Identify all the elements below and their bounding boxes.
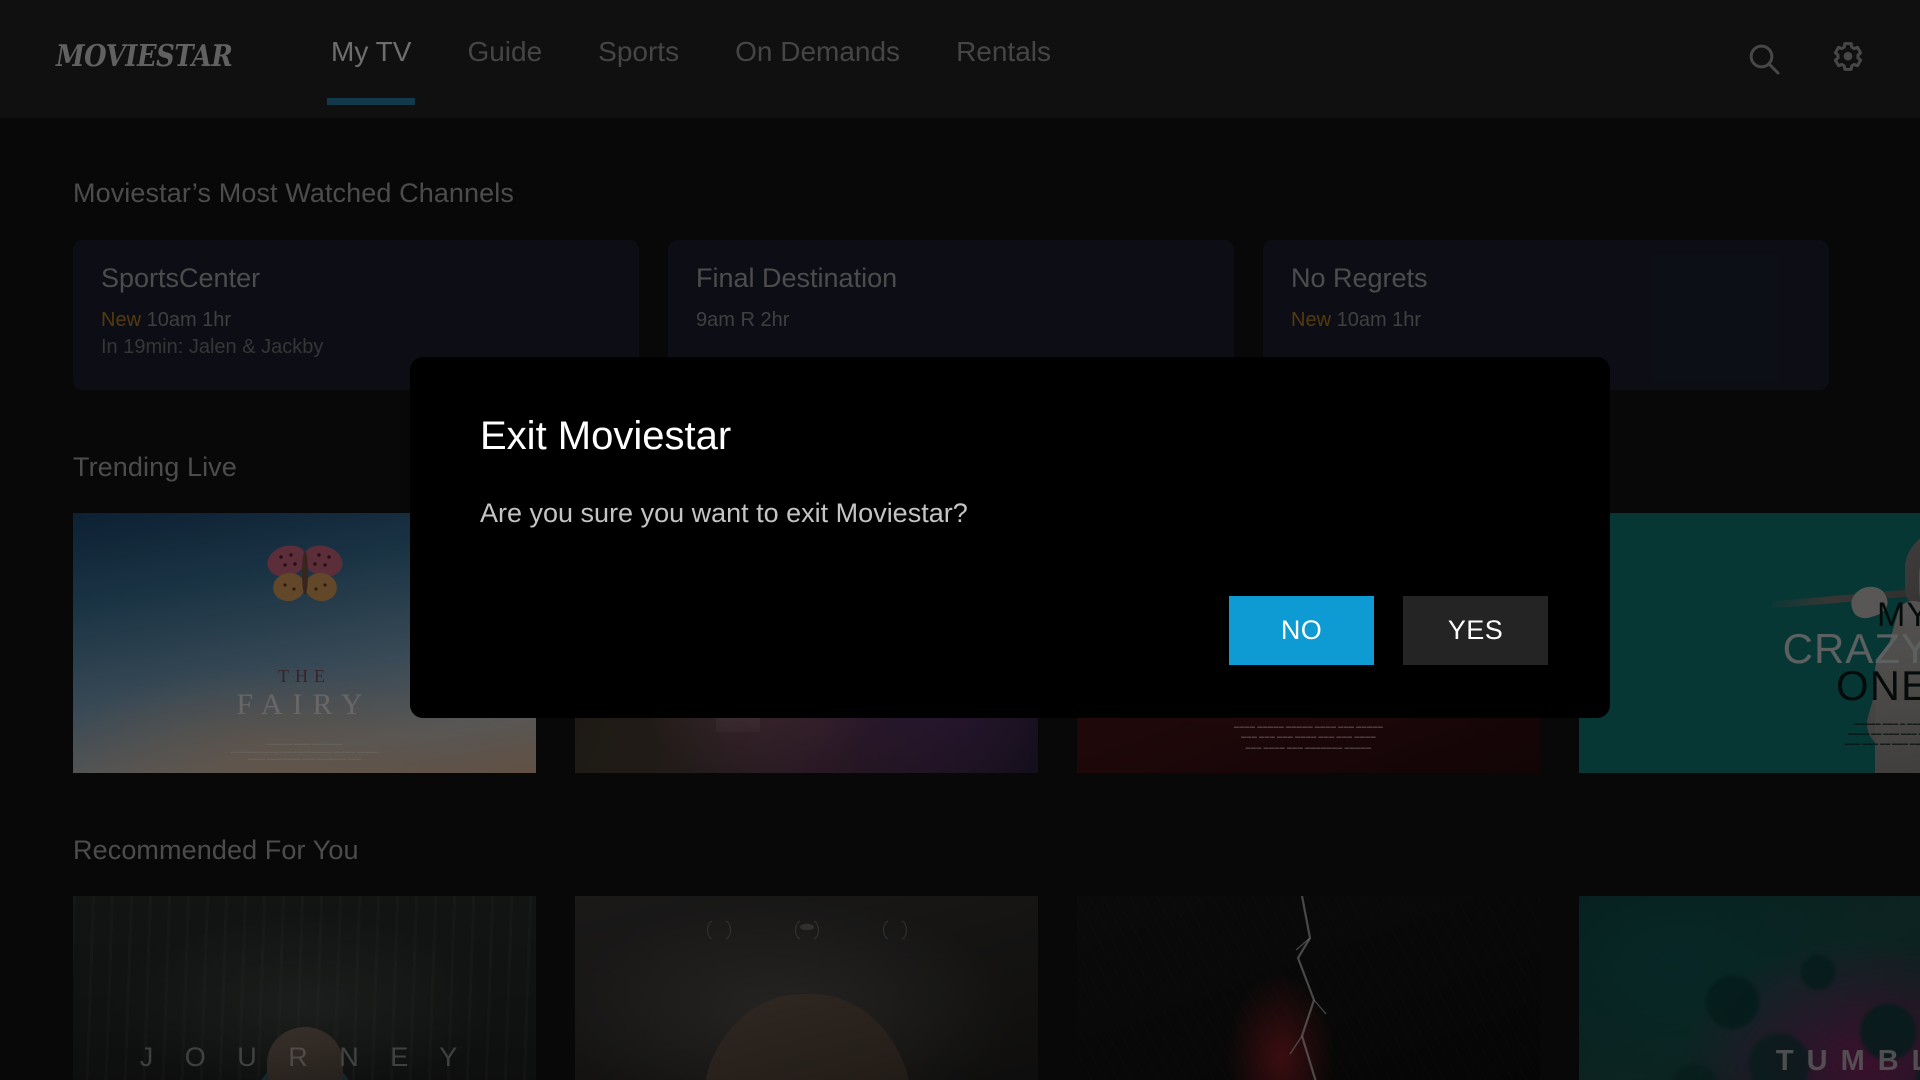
dialog-backdrop: Exit Moviestar Are you sure you want to …	[0, 0, 1920, 1080]
dialog-message: Are you sure you want to exit Moviestar?	[480, 498, 968, 528]
dialog-button-group: NO YES	[1229, 596, 1548, 665]
app-root: MOVIESTAR My TV Guide Sports On Demands …	[0, 0, 1920, 1080]
dialog-title: Exit Moviestar	[480, 414, 732, 458]
exit-confirmation-dialog: Exit Moviestar Are you sure you want to …	[410, 357, 1610, 718]
no-button[interactable]: NO	[1229, 596, 1374, 665]
yes-button[interactable]: YES	[1403, 596, 1548, 665]
